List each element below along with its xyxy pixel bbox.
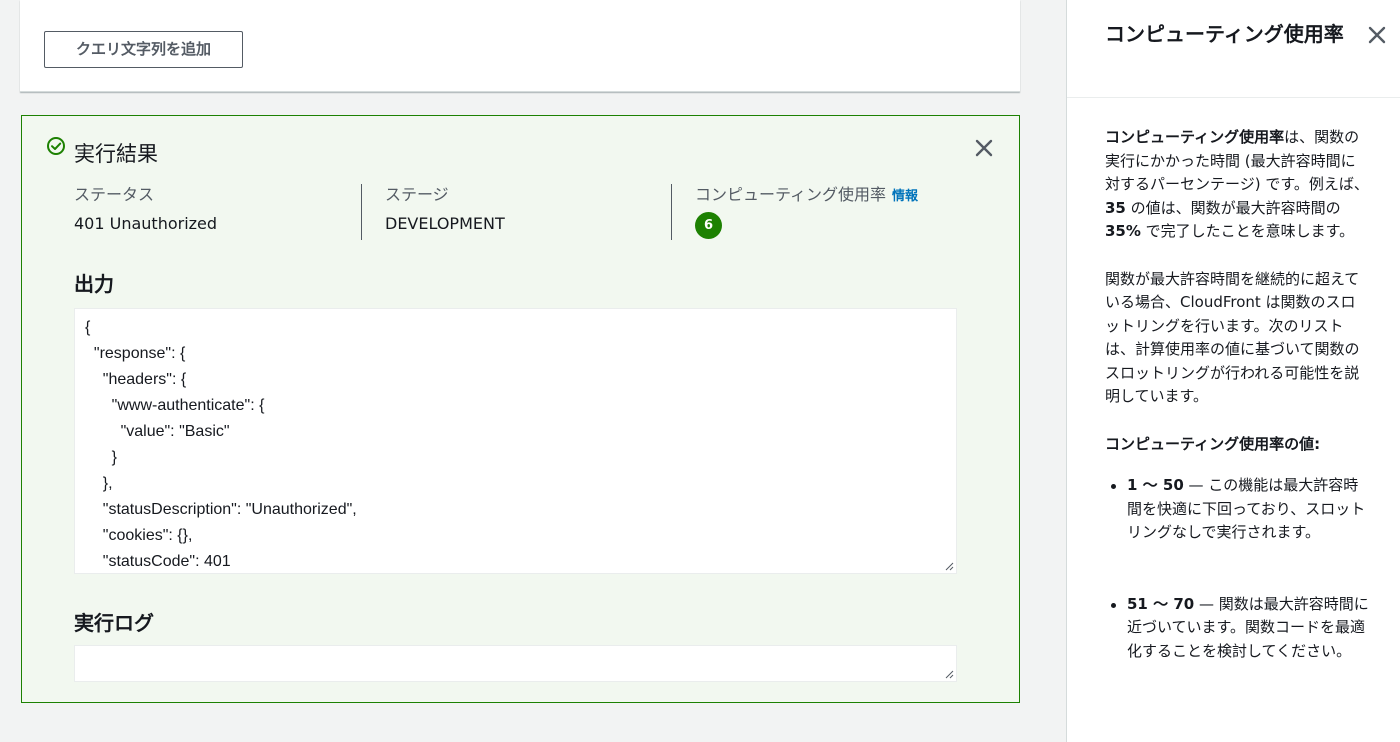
resize-handle-icon[interactable]	[944, 561, 954, 571]
usage-range: 51 〜 70	[1127, 594, 1195, 613]
execution-result-panel: 実行結果 ステータス 401 Unauthorized ステージ DEVELOP…	[21, 115, 1020, 703]
help-body: コンピューティング使用率は、関数の実行にかかった時間 (最大許容時間に対するパー…	[1105, 126, 1369, 711]
result-header: 実行結果	[46, 137, 158, 168]
output-text: { "response": { "headers": { "www-authen…	[85, 319, 357, 570]
list-item: 51 〜 70 — 関数は最大許容時間に近づいています。関数コードを最適化するこ…	[1105, 593, 1369, 664]
help-paragraph-1: コンピューティング使用率は、関数の実行にかかった時間 (最大許容時間に対するパー…	[1105, 126, 1369, 244]
help-example-percent: 35%	[1105, 222, 1141, 240]
help-paragraph-2: 関数が最大許容時間を継続的に超えている場合、CloudFront は関数のスロッ…	[1105, 269, 1360, 406]
success-check-icon	[47, 137, 65, 155]
close-help-icon[interactable]	[1367, 25, 1387, 45]
status-label: ステータス	[74, 185, 155, 204]
status-value: 401 Unauthorized	[74, 214, 218, 233]
output-heading: 出力	[74, 272, 114, 296]
execution-log-heading: 実行ログ	[74, 611, 154, 635]
stage-label: ステージ	[385, 185, 449, 204]
usage-badge: 6	[695, 212, 722, 239]
help-example-value: 35	[1105, 198, 1126, 217]
help-panel: コンピューティング使用率 コンピューティング使用率は、関数の実行にかかった時間 …	[1066, 0, 1400, 742]
help-header: コンピューティング使用率	[1067, 0, 1400, 98]
query-string-card: クエリ文字列を追加	[20, 0, 1020, 92]
output-textarea[interactable]: { "response": { "headers": { "www-authen…	[74, 308, 957, 574]
usage-label: コンピューティング使用率	[695, 185, 887, 204]
result-stats: ステータス 401 Unauthorized ステージ DEVELOPMENT …	[74, 184, 974, 240]
help-term: コンピューティング使用率	[1105, 128, 1285, 146]
stage-value: DEVELOPMENT	[385, 214, 505, 233]
usage-values-list: 1 〜 50 — この機能は最大許容時間を快適に下回っており、スロットリングなし…	[1105, 474, 1369, 663]
usage-info-link[interactable]: 情報	[892, 189, 918, 204]
list-item: 1 〜 50 — この機能は最大許容時間を快適に下回っており、スロットリングなし…	[1105, 474, 1369, 545]
result-title: 実行結果	[74, 142, 158, 166]
add-query-string-button[interactable]: クエリ文字列を追加	[44, 31, 243, 68]
execution-log-textarea[interactable]	[74, 645, 957, 682]
usage-range: 1 〜 50	[1127, 476, 1184, 494]
help-text: の値は、関数が最大許容時間の	[1125, 198, 1341, 217]
help-text: で完了したことを意味します。	[1140, 222, 1355, 240]
close-result-icon[interactable]	[973, 137, 995, 159]
usage-stat: コンピューティング使用率 情報 6	[671, 184, 961, 240]
execution-log-text	[75, 646, 956, 658]
usage-label-row: コンピューティング使用率 情報	[695, 184, 961, 208]
help-title: コンピューティング使用率	[1105, 22, 1344, 46]
status-stat: ステータス 401 Unauthorized	[74, 184, 361, 240]
stage-stat: ステージ DEVELOPMENT	[361, 184, 671, 240]
resize-handle-icon[interactable]	[944, 669, 954, 679]
usage-values-heading: コンピューティング使用率の値:	[1105, 434, 1321, 453]
